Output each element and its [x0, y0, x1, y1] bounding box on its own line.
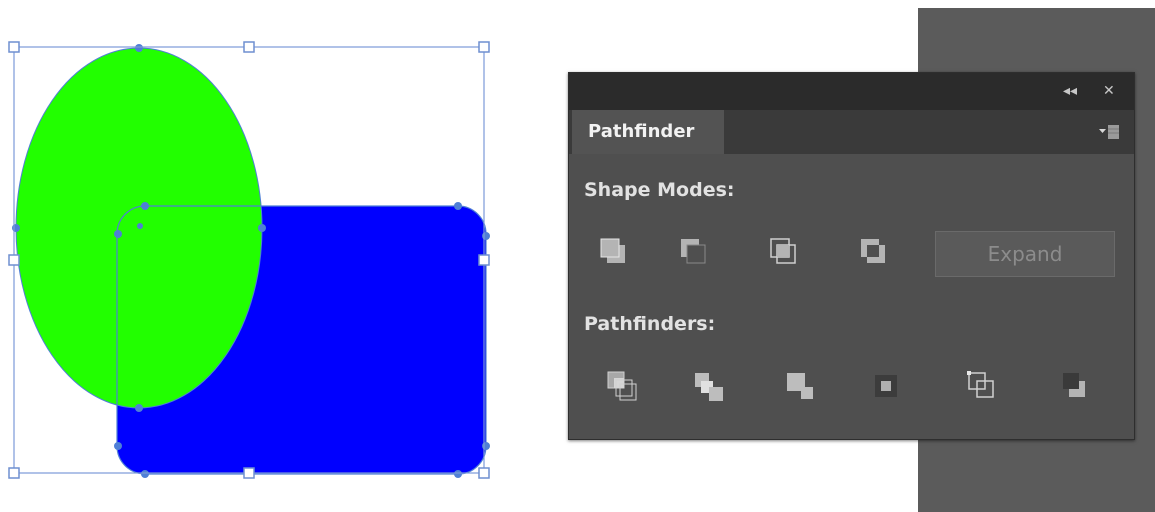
collapse-panel-icon[interactable]: ◂◂: [1063, 81, 1077, 101]
expand-button[interactable]: Expand: [935, 231, 1115, 277]
shape-modes-label: Shape Modes:: [584, 179, 735, 201]
intersect-icon[interactable]: [765, 233, 805, 273]
minus-back-icon[interactable]: [1055, 367, 1095, 407]
minus-front-icon[interactable]: [675, 233, 715, 273]
tab-pathfinder[interactable]: Pathfinder: [572, 110, 724, 154]
panel-titlebar[interactable]: ◂◂ ✕: [569, 73, 1134, 110]
artboard[interactable]: [0, 0, 540, 512]
pathfinder-panel: ◂◂ ✕ Pathfinder Shape Modes: Expand Path…: [568, 72, 1135, 440]
panel-menu-icon[interactable]: [1098, 123, 1120, 141]
artwork-canvas[interactable]: [0, 0, 540, 512]
crop-icon[interactable]: [867, 367, 907, 407]
close-panel-icon[interactable]: ✕: [1103, 81, 1115, 101]
outline-icon[interactable]: [963, 367, 1003, 407]
merge-icon[interactable]: [781, 367, 821, 407]
exclude-icon[interactable]: [855, 233, 895, 273]
panel-tab-strip: Pathfinder: [569, 110, 1134, 154]
divide-icon[interactable]: [603, 367, 643, 407]
unite-icon[interactable]: [595, 233, 635, 273]
trim-icon[interactable]: [689, 367, 729, 407]
pathfinders-label: Pathfinders:: [584, 313, 716, 335]
